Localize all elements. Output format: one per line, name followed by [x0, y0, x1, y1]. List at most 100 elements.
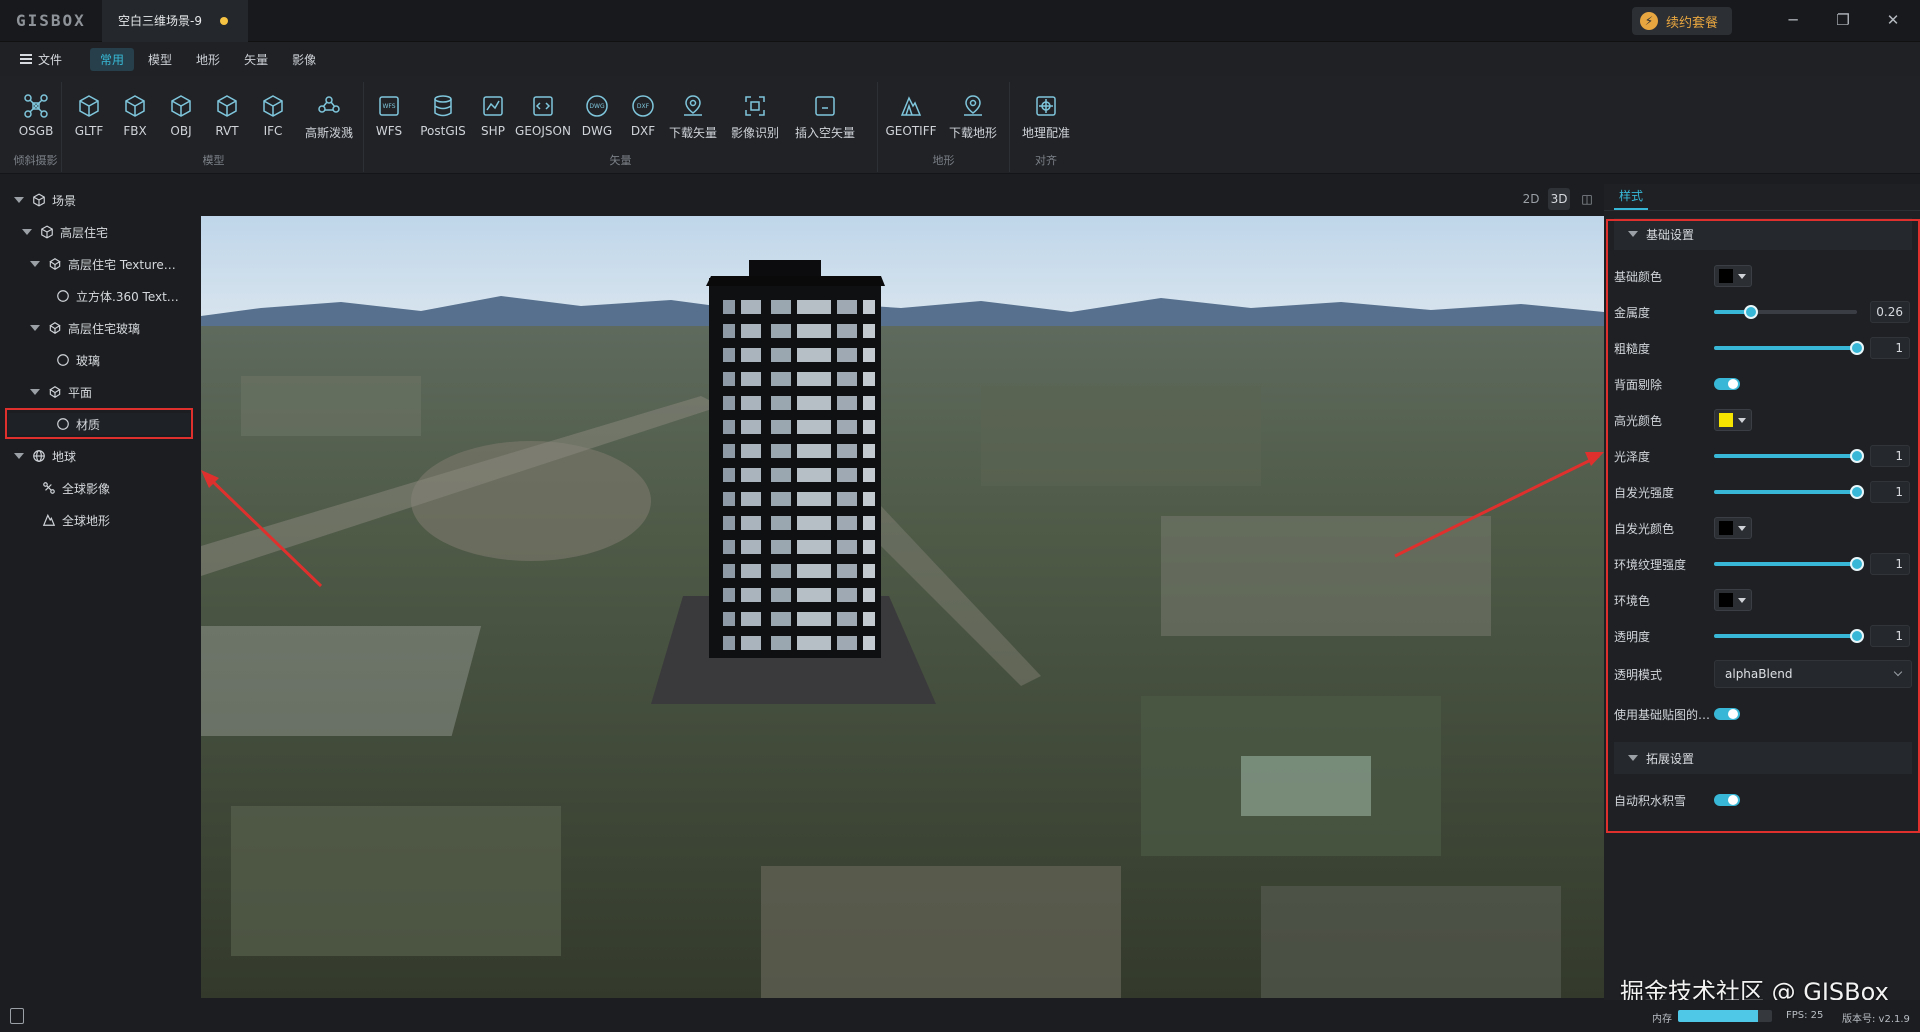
scene-tree-panel: 场景 高层住宅 高层住宅 Texture… 立方体.360 Text… 高层住宅…: [0, 184, 200, 1000]
renew-plan-button[interactable]: ⚡ 续约套餐: [1632, 7, 1733, 35]
wfs-tool-button[interactable]: WFS WFS: [364, 92, 414, 146]
dxf-tool-button[interactable]: DXF DXF: [618, 92, 668, 146]
dwg-tool-button[interactable]: DWG DWG: [572, 92, 622, 146]
tree-node-global-terrain[interactable]: 全球地形: [42, 509, 110, 531]
geotiff-tool-button[interactable]: GEOTIFF: [886, 92, 937, 146]
tool-label: 影像识别: [730, 126, 779, 140]
view-2d-button[interactable]: 2D: [1520, 188, 1542, 210]
tree-node-scene[interactable]: 场景: [14, 189, 76, 211]
dwg-icon: DWG: [583, 92, 611, 120]
tab-imagery[interactable]: 影像: [282, 48, 326, 71]
expand-arrow-icon[interactable]: [30, 325, 40, 331]
tree-node-label: 地球: [52, 449, 77, 464]
download-vector-tool-button[interactable]: 下载矢量: [668, 92, 718, 146]
image-recognition-tool-button[interactable]: 影像识别: [730, 92, 780, 146]
fbx-tool-button[interactable]: FBX: [110, 92, 160, 146]
expand-arrow-icon[interactable]: [22, 229, 32, 235]
gltf-tool-button[interactable]: GLTF: [64, 92, 114, 146]
tool-label: RVT: [215, 124, 239, 138]
ribbon-group-oblique: OSGB 倾斜摄影: [10, 82, 62, 172]
log-icon[interactable]: [10, 1008, 24, 1024]
tool-label: FBX: [123, 124, 147, 138]
expand-arrow-icon[interactable]: [30, 389, 40, 395]
hamburger-icon: [20, 54, 32, 64]
material-sphere-icon: [56, 353, 70, 367]
file-menu-button[interactable]: 文件: [20, 51, 62, 68]
gaussian-splat-tool-button[interactable]: 高斯泼溅: [304, 92, 354, 146]
postgis-tool-button[interactable]: PostGIS: [418, 92, 468, 146]
tool-label: GEOJSON: [515, 124, 571, 138]
tree-node-label: 全球地形: [62, 513, 111, 528]
ifc-tool-button[interactable]: IFC: [248, 92, 298, 146]
tab-model[interactable]: 模型: [138, 48, 182, 71]
expand-arrow-icon[interactable]: [14, 197, 24, 203]
3d-viewport[interactable]: [201, 216, 1604, 998]
highlight-box-material: [5, 408, 193, 439]
geojson-tool-button[interactable]: GEOJSON: [515, 92, 571, 146]
download-terrain-tool-button[interactable]: 下载地形: [948, 92, 998, 146]
split-view-button[interactable]: ◫: [1576, 188, 1598, 210]
tree-node-building-texture[interactable]: 高层住宅 Texture…: [30, 253, 176, 275]
tool-label: DWG: [581, 124, 613, 138]
group-title: 倾斜摄影: [13, 154, 58, 167]
insert-empty-vector-tool-button[interactable]: 插入空矢量: [795, 92, 855, 146]
tree-node-earth[interactable]: 地球: [14, 445, 76, 467]
tool-label: 下载矢量: [668, 126, 717, 140]
tree-node-glass[interactable]: 玻璃: [56, 349, 100, 371]
shp-tool-button[interactable]: SHP: [468, 92, 518, 146]
ribbon-toolbar: OSGB 倾斜摄影 GLTF FBX OBJ RVT IFC 高斯泼溅 模型 W…: [0, 76, 1920, 174]
tree-node-label: 高层住宅: [60, 225, 109, 240]
minimize-button[interactable]: ─: [1778, 8, 1808, 32]
expand-arrow-icon[interactable]: [30, 261, 40, 267]
menu-bar: 文件 常用 模型 地形 矢量 影像: [0, 42, 1920, 76]
tree-node-label: 高层住宅 Texture…: [68, 257, 176, 272]
tool-label: IFC: [263, 124, 283, 138]
splat-icon: [315, 92, 343, 120]
view-mode-bar: 2D 3D ◫: [1520, 188, 1598, 210]
tab-vector[interactable]: 矢量: [234, 48, 278, 71]
mesh-icon: [48, 257, 62, 271]
building-windows: [723, 300, 875, 650]
tree-node-global-imagery[interactable]: 全球影像: [42, 477, 110, 499]
app-logo: GISBOX: [16, 11, 86, 30]
renew-plan-label: 续约套餐: [1666, 15, 1719, 31]
tool-label: 插入空矢量: [795, 126, 856, 140]
material-sphere-icon: [56, 289, 70, 303]
scan-icon: [741, 92, 769, 120]
mesh-icon: [48, 385, 62, 399]
tree-node-cube[interactable]: 立方体.360 Text…: [56, 285, 179, 307]
tab-divider: [1604, 210, 1920, 211]
fps-readout: FPS: 25: [1786, 1010, 1824, 1021]
tab-terrain[interactable]: 地形: [186, 48, 230, 71]
tool-label: 下载地形: [948, 126, 997, 140]
file-menu-label: 文件: [38, 52, 63, 67]
satellite-icon: [42, 481, 56, 495]
georeference-tool-button[interactable]: 地理配准: [1021, 92, 1071, 146]
group-title: 模型: [202, 154, 225, 167]
tool-label: GLTF: [74, 124, 104, 138]
osgb-tool-button[interactable]: OSGB: [11, 92, 61, 146]
lightning-icon: ⚡: [1640, 12, 1658, 30]
obj-tool-button[interactable]: OBJ: [156, 92, 206, 146]
cube-icon: [75, 92, 103, 120]
scene-render: [201, 216, 1604, 998]
close-button[interactable]: ✕: [1878, 8, 1908, 32]
cube-icon: [40, 225, 54, 239]
tree-node-glass-group[interactable]: 高层住宅玻璃: [30, 317, 140, 339]
rvt-tool-button[interactable]: RVT: [202, 92, 252, 146]
tab-style[interactable]: 样式: [1614, 184, 1648, 210]
cube-icon: [259, 92, 287, 120]
ribbon-group-align: 地理配准 对齐: [1010, 82, 1082, 172]
tab-common[interactable]: 常用: [90, 47, 135, 71]
tree-node-plane[interactable]: 平面: [30, 381, 92, 403]
tree-node-building[interactable]: 高层住宅: [22, 221, 108, 243]
ribbon-group-terrain: GEOTIFF 下载地形 地形: [878, 82, 1010, 172]
tree-node-label: 场景: [52, 193, 77, 208]
code-file-icon: [529, 92, 557, 120]
empty-layer-icon: [811, 92, 839, 120]
expand-arrow-icon[interactable]: [14, 453, 24, 459]
cube-icon: [32, 193, 46, 207]
view-3d-button[interactable]: 3D: [1548, 188, 1570, 210]
restore-button[interactable]: ❐: [1828, 8, 1858, 32]
document-tab[interactable]: 空白三维场景-9: [102, 0, 248, 42]
